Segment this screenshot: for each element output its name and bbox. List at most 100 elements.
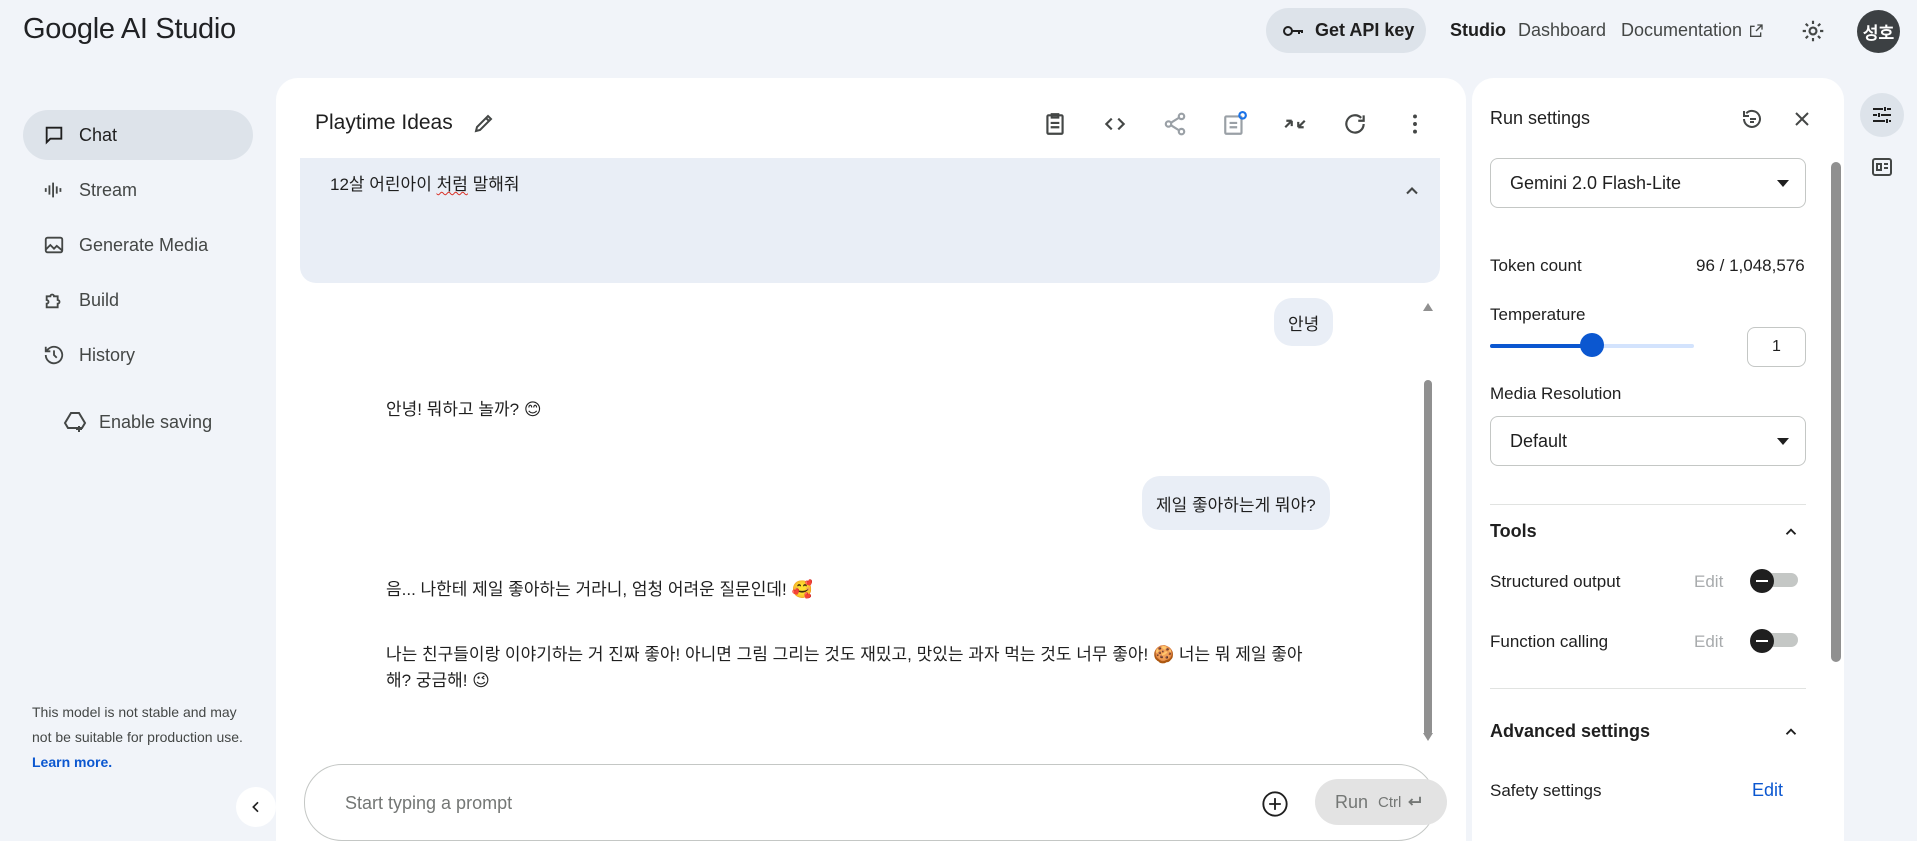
media-gallery-icon[interactable] [1870, 155, 1894, 179]
model-select-value: Gemini 2.0 Flash-Lite [1510, 172, 1682, 193]
chat-scrollbar-thumb[interactable] [1424, 380, 1432, 736]
chat-icon [45, 126, 63, 145]
temperature-slider-fill [1490, 344, 1592, 348]
structured-output-toggle[interactable] [1750, 569, 1800, 593]
run-settings-title: Run settings [1490, 108, 1591, 128]
sidebar-item-stream[interactable]: Stream [23, 165, 253, 215]
enter-key-icon [1408, 796, 1422, 806]
run-button[interactable]: Run Ctrl [1315, 779, 1447, 825]
media-icon [44, 236, 64, 254]
chevron-up-icon[interactable] [1782, 723, 1800, 741]
model-message[interactable]: 나는 친구들이랑 이야기하는 거 진짜 좋아! 아니면 그림 그리는 것도 재밌… [386, 642, 1346, 694]
sidebar-item-label: Chat [79, 124, 118, 145]
nav-dashboard[interactable]: Dashboard [1518, 20, 1606, 41]
settings-scrollbar-thumb[interactable] [1831, 162, 1841, 662]
model-message[interactable]: 음... 나한테 제일 좋아하는 거라니, 엄청 어려운 질문인데! 🥰 [386, 577, 813, 603]
user-message[interactable]: 안녕 [1274, 298, 1334, 346]
external-link-icon [1750, 23, 1763, 37]
compress-icon[interactable] [1282, 111, 1308, 137]
app-logo[interactable]: Google AI Studio [23, 13, 236, 46]
system-instructions-part: 말해줘 [467, 175, 520, 194]
pencil-icon[interactable] [472, 111, 496, 135]
chat-panel: Playtime Ideas 12살 어린아이 처럼 말해줘 안녕 안녕! 뭐하… [276, 78, 1466, 841]
chevron-up-icon[interactable] [1782, 523, 1800, 541]
prompt-box: Run Ctrl [304, 764, 1447, 841]
media-resolution-value: Default [1510, 430, 1568, 451]
key-icon [1283, 25, 1303, 36]
run-settings-toggle-button[interactable] [1860, 93, 1904, 137]
code-icon[interactable] [1102, 111, 1128, 137]
divider [1490, 688, 1806, 689]
learn-more-link[interactable]: Learn more. [32, 754, 112, 770]
sidebar-item-label: Stream [79, 179, 138, 200]
model-select[interactable]: Gemini 2.0 Flash-Lite [1490, 158, 1806, 208]
model-stability-note: This model is not stable and may not be … [32, 700, 247, 775]
scroll-up-arrow[interactable] [1422, 302, 1434, 312]
sidebar-item-generate-media[interactable]: Generate Media [23, 220, 253, 270]
compare-icon[interactable] [1222, 111, 1248, 137]
nav-studio[interactable]: Studio [1450, 20, 1506, 41]
sidebar-item-label: Generate Media [79, 234, 209, 255]
model-message[interactable]: 안녕! 뭐하고 놀까? 😊 [386, 397, 542, 423]
sidebar-item-chat[interactable]: Chat [23, 110, 253, 160]
close-icon[interactable] [1790, 107, 1814, 131]
safety-settings-label: Safety settings [1490, 781, 1602, 800]
temperature-input[interactable]: 1 [1747, 327, 1806, 367]
tools-title[interactable]: Tools [1490, 521, 1537, 542]
model-message-line: 나는 친구들이랑 이야기하는 거 진짜 좋아! 아니면 그림 그리는 것도 재밌… [386, 645, 1303, 664]
sidebar-item-label: History [79, 344, 136, 365]
nav-documentation[interactable]: Documentation [1621, 20, 1764, 41]
prompt-input[interactable] [345, 785, 1225, 821]
token-count-value: 96 / 1,048,576 [1696, 256, 1805, 275]
sidebar-item-history[interactable]: History [23, 330, 253, 380]
user-message[interactable]: 제일 좋아하는게 뭐야? [1142, 476, 1330, 530]
scroll-down-arrow[interactable] [1422, 732, 1434, 742]
run-label: Run [1335, 791, 1369, 812]
temperature-slider-thumb[interactable] [1580, 333, 1604, 357]
run-shortcut: Ctrl [1378, 793, 1424, 811]
advanced-settings-title[interactable]: Advanced settings [1490, 721, 1650, 742]
tune-icon [1873, 107, 1891, 123]
token-count-label: Token count [1490, 256, 1582, 275]
collapse-sidebar-button[interactable] [236, 787, 276, 827]
dropdown-caret-icon [1777, 180, 1789, 187]
function-calling-toggle[interactable] [1750, 629, 1800, 653]
structured-output-label: Structured output [1490, 572, 1621, 591]
chat-title: Playtime Ideas [315, 111, 453, 134]
gear-icon[interactable] [1800, 18, 1826, 44]
system-instructions-text[interactable]: 12살 어린아이 처럼 말해줘 [330, 170, 520, 195]
media-resolution-label: Media Resolution [1490, 384, 1622, 403]
structured-output-edit[interactable]: Edit [1694, 572, 1723, 592]
dropdown-caret-icon [1777, 438, 1789, 445]
system-instructions-misspelled: 처럼 [436, 175, 468, 194]
drive-add-icon [63, 412, 87, 432]
build-icon [45, 293, 61, 309]
refresh-icon[interactable] [1342, 111, 1368, 137]
toggle-knob [1750, 629, 1774, 653]
divider [1490, 504, 1806, 505]
enable-saving-button[interactable]: Enable saving [63, 410, 212, 434]
share-icon[interactable] [1162, 111, 1188, 137]
get-api-key-label: Get API key [1315, 20, 1415, 40]
stream-icon [44, 182, 62, 198]
chevron-left-icon [252, 801, 259, 813]
function-calling-edit[interactable]: Edit [1694, 632, 1723, 652]
temperature-label: Temperature [1490, 305, 1586, 324]
avatar[interactable]: 성호 [1857, 10, 1900, 53]
reset-settings-icon[interactable] [1740, 107, 1764, 131]
model-message-line: 해? 궁금해! 😉 [386, 671, 490, 690]
sidebar-item-label: Build [79, 289, 120, 310]
chevron-up-icon[interactable] [1402, 181, 1422, 201]
media-resolution-select[interactable]: Default [1490, 416, 1806, 466]
sidebar-item-build[interactable]: Build [23, 275, 253, 325]
safety-settings-edit[interactable]: Edit [1752, 780, 1783, 801]
get-api-key-button[interactable]: Get API key [1266, 8, 1426, 53]
history-icon [44, 345, 64, 365]
function-calling-label: Function calling [1490, 632, 1609, 651]
add-circle-icon[interactable] [1261, 790, 1289, 818]
clipboard-icon[interactable] [1042, 111, 1068, 137]
enable-saving-label: Enable saving [99, 411, 213, 432]
more-vert-icon[interactable] [1402, 111, 1428, 137]
run-shortcut-label: Ctrl [1378, 793, 1402, 811]
nav-documentation-label: Documentation [1621, 20, 1743, 40]
